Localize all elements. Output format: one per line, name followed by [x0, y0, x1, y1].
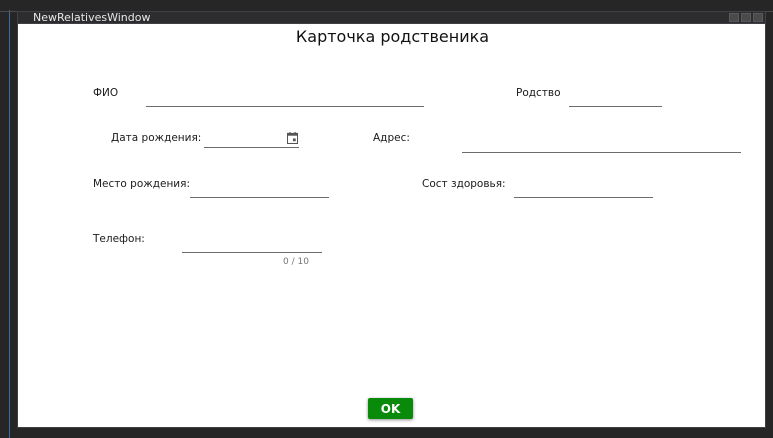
birthplace-input[interactable] [190, 183, 329, 200]
relation-input[interactable] [569, 92, 662, 109]
birthplace-label: Место рождения: [93, 178, 190, 190]
calendar-icon[interactable] [287, 132, 298, 144]
designer-surface: NewRelativesWindow Карточка родственика … [0, 0, 773, 438]
window-caption: NewRelativesWindow [33, 11, 151, 24]
phone-field[interactable] [182, 235, 322, 255]
address-field[interactable] [462, 135, 741, 155]
phone-label: Телефон: [93, 233, 145, 245]
phone-char-counter: 0 / 10 [283, 257, 309, 267]
birthdate-input[interactable] [204, 133, 299, 150]
close-icon[interactable] [753, 13, 763, 22]
health-label: Сост здоровья: [422, 178, 506, 190]
window-controls [729, 13, 763, 22]
window-bottom-border [17, 427, 766, 428]
fio-input[interactable] [146, 92, 424, 109]
page-title: Карточка родственика [295, 27, 490, 46]
ok-button[interactable]: OK [368, 398, 413, 419]
relation-field[interactable] [569, 89, 662, 109]
minimize-icon[interactable] [729, 13, 739, 22]
phone-input[interactable] [182, 238, 322, 255]
address-input[interactable] [462, 138, 741, 155]
birthdate-field[interactable] [204, 130, 299, 150]
maximize-icon[interactable] [741, 13, 751, 22]
fio-label: ФИО [93, 87, 119, 99]
relatives-window: Карточка родственика ФИО Родство Дата ро… [17, 24, 766, 427]
birthplace-field[interactable] [190, 180, 329, 200]
fio-field[interactable] [146, 89, 424, 109]
health-field[interactable] [514, 180, 653, 200]
designer-guide-vertical [9, 10, 10, 438]
birthdate-label: Дата рождения: [111, 132, 202, 144]
window-titlebar[interactable]: NewRelativesWindow [17, 11, 766, 24]
relation-label: Родство [516, 87, 561, 99]
health-input[interactable] [514, 183, 653, 200]
address-label: Адрес: [373, 132, 410, 144]
